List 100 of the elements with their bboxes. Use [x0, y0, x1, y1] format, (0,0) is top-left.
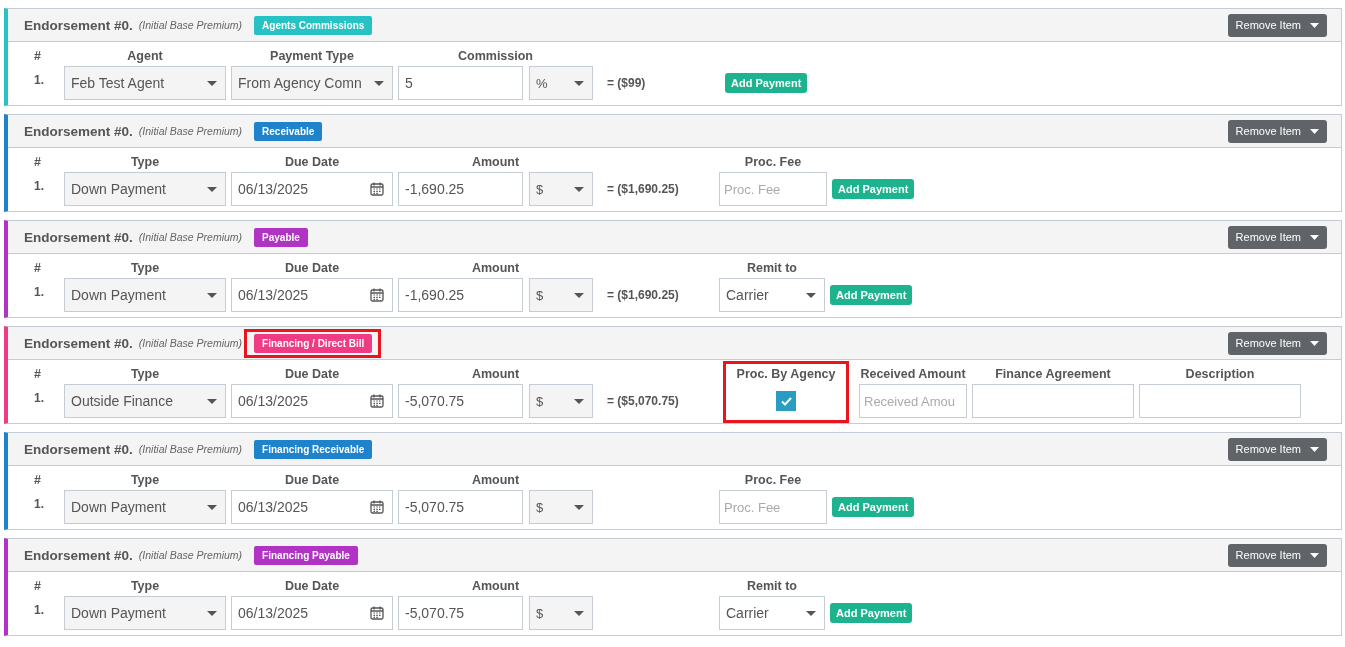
select-field[interactable]: $	[529, 278, 593, 312]
text-field[interactable]: Proc. Fee	[719, 172, 827, 206]
remove-item-button[interactable]: Remove Item	[1227, 225, 1327, 249]
select-field[interactable]: Feb Test Agent	[64, 66, 226, 100]
select-field[interactable]: $	[529, 384, 593, 418]
card-title: Endorsement #0.	[24, 123, 133, 139]
card-subtitle: (Initial Base Premium)	[138, 19, 243, 31]
card-title: Endorsement #0.	[24, 17, 133, 33]
column-header: #	[34, 48, 42, 65]
type-badge: Agents Commissions	[254, 15, 373, 35]
text-field[interactable]: -5,070.75	[398, 596, 523, 630]
date-field[interactable]: 06/13/2025	[231, 490, 393, 524]
column-header: Amount	[471, 154, 520, 171]
caret-icon	[1310, 22, 1319, 28]
column-header: Description	[1185, 366, 1255, 383]
type-badge: Receivable	[254, 121, 323, 141]
column-header: Amount	[471, 260, 520, 277]
column-header: Finance Agreement	[995, 366, 1111, 383]
column-header: #	[34, 472, 42, 489]
select-field[interactable]: %	[529, 66, 593, 100]
date-field[interactable]: 06/13/2025	[231, 172, 393, 206]
text-field[interactable]	[1139, 384, 1301, 418]
column-header: Remit to	[747, 260, 797, 277]
total-amount: = ($5,070.75)	[606, 394, 680, 408]
column-header: Payment Type	[270, 48, 354, 65]
column-header: Due Date	[284, 578, 340, 595]
remove-item-button[interactable]: Remove Item	[1227, 543, 1327, 567]
date-field[interactable]: 06/13/2025	[231, 596, 393, 630]
calendar-icon	[370, 288, 384, 302]
column-header: #	[34, 366, 42, 383]
text-field[interactable]: Received Amou	[859, 384, 967, 418]
column-header: Type	[130, 472, 160, 489]
column-header: Received Amount	[860, 366, 966, 383]
caret-icon	[1310, 552, 1319, 558]
date-field[interactable]: 06/13/2025	[231, 278, 393, 312]
text-field[interactable]: Proc. Fee	[719, 490, 827, 524]
column-header: #	[34, 260, 42, 277]
column-header: Type	[130, 154, 160, 171]
select-field[interactable]: $	[529, 596, 593, 630]
text-field[interactable]: -1,690.25	[398, 278, 523, 312]
column-header: Amount	[471, 578, 520, 595]
caret-icon	[574, 610, 584, 616]
caret-icon	[1310, 128, 1319, 134]
remove-item-button[interactable]: Remove Item	[1227, 119, 1327, 143]
select-field[interactable]: Carrier	[719, 278, 825, 312]
row-number: 1.	[34, 497, 45, 511]
card-subtitle: (Initial Base Premium)	[138, 549, 243, 561]
card-title: Endorsement #0.	[24, 335, 133, 351]
caret-icon	[574, 292, 584, 298]
column-header: Type	[130, 578, 160, 595]
caret-icon	[207, 610, 217, 616]
check-icon	[780, 396, 792, 406]
remove-item-button[interactable]: Remove Item	[1227, 331, 1327, 355]
card-subtitle: (Initial Base Premium)	[138, 337, 243, 349]
date-field[interactable]: 06/13/2025	[231, 384, 393, 418]
column-header: Due Date	[284, 154, 340, 171]
row-number: 1.	[34, 391, 45, 405]
select-field[interactable]: Carrier	[719, 596, 825, 630]
text-field[interactable]: -1,690.25	[398, 172, 523, 206]
calendar-icon	[370, 182, 384, 196]
select-field[interactable]: Outside Finance	[64, 384, 226, 418]
column-header: #	[34, 578, 42, 595]
remove-item-button[interactable]: Remove Item	[1227, 13, 1327, 37]
column-header: Proc. Fee	[744, 472, 802, 489]
type-badge: Financing / Direct Bill	[254, 333, 373, 353]
card-title: Endorsement #0.	[24, 229, 133, 245]
caret-icon	[574, 186, 584, 192]
column-header: Commission	[458, 48, 533, 65]
caret-icon	[806, 292, 816, 298]
column-header: Type	[130, 366, 160, 383]
select-field[interactable]: $	[529, 490, 593, 524]
column-header: Proc. Fee	[744, 154, 802, 171]
checkbox[interactable]	[776, 391, 796, 411]
text-field[interactable]: 5	[398, 66, 523, 100]
column-header: Proc. By Agency	[736, 366, 836, 383]
column-header: Due Date	[284, 260, 340, 277]
remove-item-button[interactable]: Remove Item	[1227, 437, 1327, 461]
column-header: Due Date	[284, 366, 340, 383]
row-number: 1.	[34, 179, 45, 193]
caret-icon	[574, 504, 584, 510]
caret-icon	[1310, 340, 1319, 346]
select-field[interactable]: Down Payment	[64, 172, 226, 206]
row-number: 1.	[34, 73, 45, 87]
column-header: Agent	[127, 48, 163, 65]
type-badge: Financing Payable	[254, 545, 358, 565]
select-field[interactable]: Down Payment	[64, 596, 226, 630]
calendar-icon	[370, 394, 384, 408]
row-number: 1.	[34, 285, 45, 299]
select-field[interactable]: $	[529, 172, 593, 206]
card-subtitle: (Initial Base Premium)	[138, 443, 243, 455]
type-badge: Payable	[254, 227, 308, 247]
text-field[interactable]: -5,070.75	[398, 490, 523, 524]
caret-icon	[207, 504, 217, 510]
column-header: Amount	[471, 472, 520, 489]
text-field[interactable]: -5,070.75	[398, 384, 523, 418]
calendar-icon	[370, 606, 384, 620]
select-field[interactable]: From Agency Comn	[231, 66, 393, 100]
select-field[interactable]: Down Payment	[64, 490, 226, 524]
text-field[interactable]	[972, 384, 1134, 418]
select-field[interactable]: Down Payment	[64, 278, 226, 312]
